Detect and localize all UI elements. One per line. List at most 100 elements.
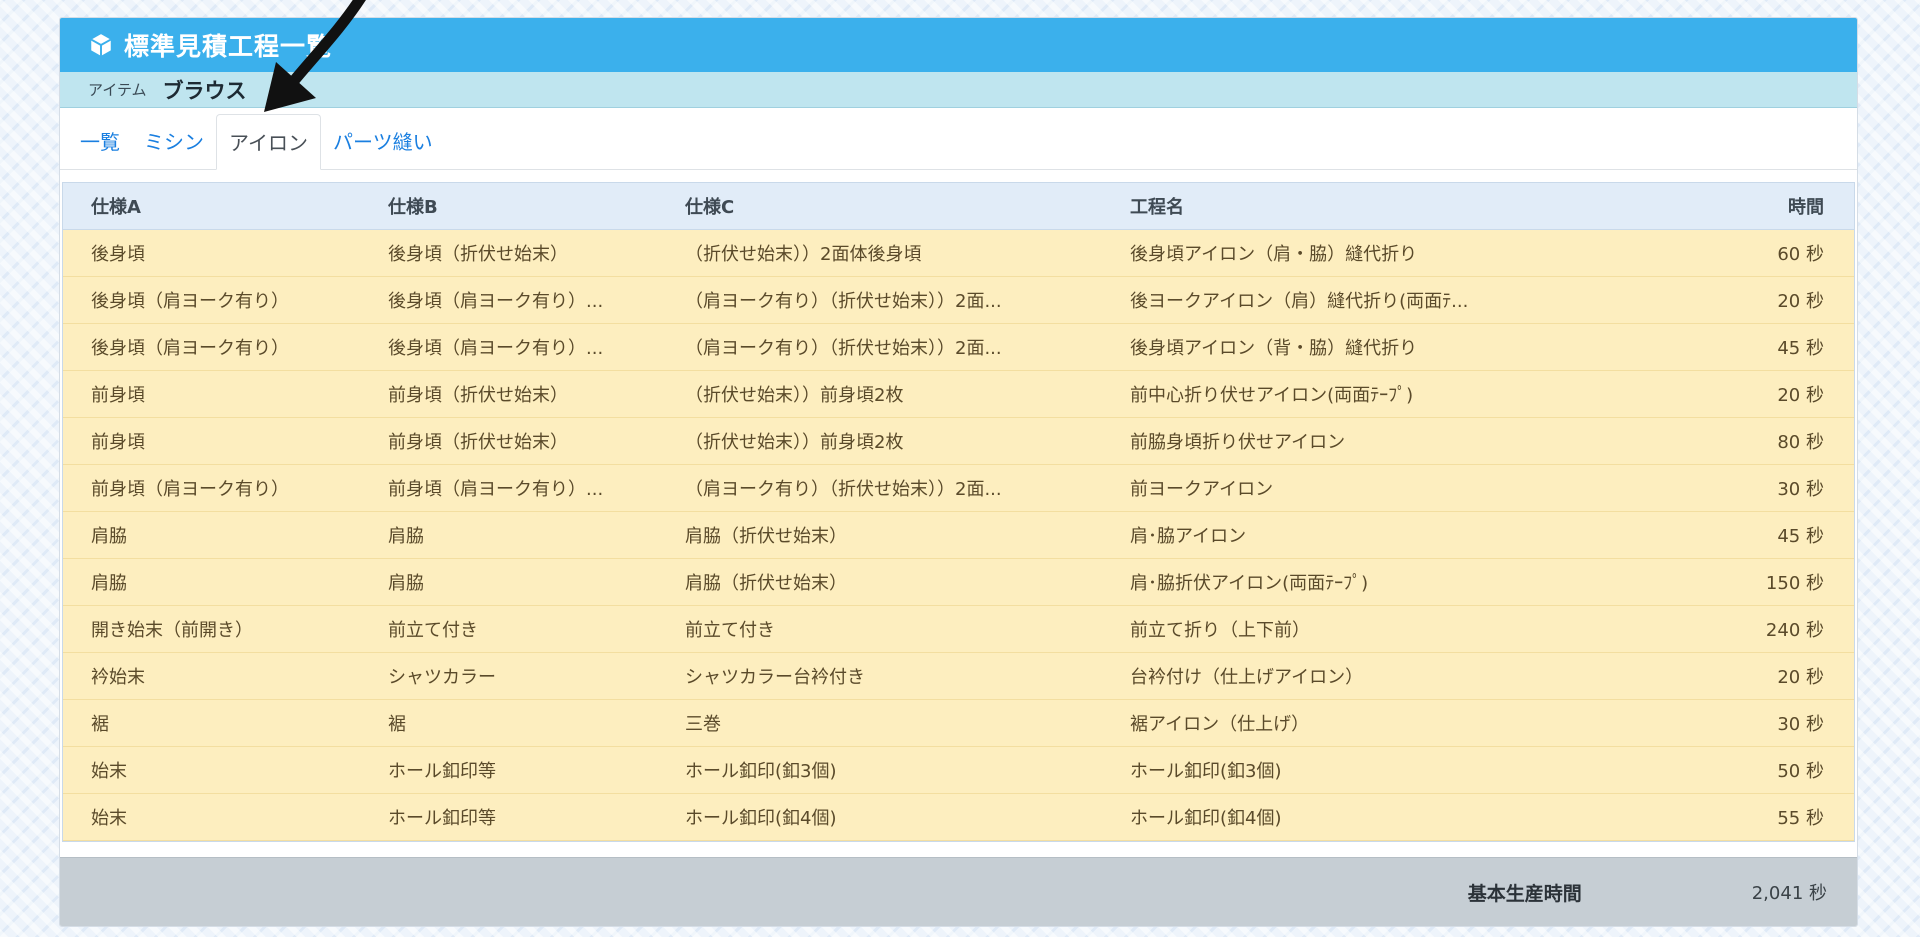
cube-icon [86, 30, 116, 60]
item-value: ブラウス [162, 78, 247, 103]
cell-spec-a: 後身頃（肩ヨーク有り） [63, 323, 360, 371]
cell-time: 20 秒 [1622, 652, 1854, 700]
cell-spec-b: 前身頃（折伏せ始末） [360, 417, 657, 465]
table-row[interactable]: 始末 ホール釦印等 ホール釦印(釦3個) ホール釦印(釦3個) 50 秒 [63, 746, 1854, 794]
process-table-wrapper: 仕様A 仕様B 仕様C 工程名 時間 後身頃 後身頃（折伏せ始末） （折伏せ始末））… [62, 182, 1855, 842]
cell-time: 80 秒 [1622, 417, 1854, 465]
cell-spec-a: 前身頃（肩ヨーク有り） [63, 464, 360, 512]
cell-spec-c: （肩ヨーク有り）（折伏せ始末））2面... [657, 276, 1102, 324]
cell-spec-b: シャツカラー [360, 652, 657, 700]
header-spec-c[interactable]: 仕様C [657, 183, 1102, 230]
table-row[interactable]: 裾裾三巻 裾アイロン（仕上げ） 30 秒 [63, 699, 1854, 747]
cell-spec-a: 肩脇 [63, 558, 360, 606]
cell-spec-a: 後身頃 [63, 229, 360, 277]
cell-time: 30 秒 [1622, 699, 1854, 747]
cell-spec-c: シャツカラー台衿付き [657, 652, 1102, 700]
cell-spec-b: 後身頃（肩ヨーク有り）... [360, 323, 657, 371]
cell-process-name: 前脇身頃折り伏せアイロン [1102, 417, 1622, 465]
cell-spec-c: （折伏せ始末））前身頃2枚 [657, 370, 1102, 418]
total-time-value: 2,041 秒 [1751, 883, 1827, 904]
cell-process-name: 前中心折り伏せアイロン(両面ﾃｰﾌﾟ) [1102, 370, 1622, 418]
cell-time: 240 秒 [1622, 605, 1854, 653]
cell-spec-a: 後身頃（肩ヨーク有り） [63, 276, 360, 324]
cell-process-name: 肩･脇アイロン [1102, 511, 1622, 559]
cell-process-name: 台衿付け（仕上げアイロン） [1102, 652, 1622, 700]
table-row[interactable]: 前身頃 前身頃（折伏せ始末） （折伏せ始末））前身頃2枚 前脇身頃折り伏せアイロン 80… [63, 417, 1854, 465]
cell-spec-b: 裾 [360, 699, 657, 747]
cell-spec-c: （肩ヨーク有り）（折伏せ始末））2面... [657, 464, 1102, 512]
tab-parts-sewing[interactable]: パーツ縫い [321, 114, 445, 170]
cell-spec-c: （肩ヨーク有り）（折伏せ始末））2面... [657, 323, 1102, 371]
cell-spec-a: 裾 [63, 699, 360, 747]
item-label: アイテム [88, 81, 147, 99]
panel-header: 標準見積工程一覧 [60, 18, 1857, 72]
table-row[interactable]: 衿始末 シャツカラー シャツカラー台衿付き 台衿付け（仕上げアイロン） 20 秒 [63, 652, 1854, 700]
cell-spec-c: 肩脇（折伏せ始末） [657, 558, 1102, 606]
cell-spec-a: 衿始末 [63, 652, 360, 700]
table-row[interactable]: 後身頃 後身頃（折伏せ始末） （折伏せ始末））2面体後身頃 後身頃アイロン（肩・脇）縫… [63, 229, 1854, 277]
cell-spec-b: 前立て付き [360, 605, 657, 653]
cell-time: 60 秒 [1622, 229, 1854, 277]
table-row[interactable]: 肩脇 肩脇 肩脇（折伏せ始末） 肩･脇アイロン 45 秒 [63, 511, 1854, 559]
item-bar: アイテム ブラウス [60, 72, 1857, 108]
table-row[interactable]: 後身頃（肩ヨーク有り） 後身頃（肩ヨーク有り）... （肩ヨーク有り）（折伏せ始末）… [63, 323, 1854, 371]
cell-process-name: 前立て折り（上下前） [1102, 605, 1622, 653]
cell-spec-b: 前身頃（折伏せ始末） [360, 370, 657, 418]
cell-spec-a: 前身頃 [63, 417, 360, 465]
cell-time: 45 秒 [1622, 511, 1854, 559]
table-row[interactable]: 後身頃（肩ヨーク有り） 後身頃（肩ヨーク有り）... （肩ヨーク有り）（折伏せ始末）… [63, 276, 1854, 324]
cell-spec-c: ホール釦印(釦4個) [657, 793, 1102, 841]
table-row[interactable]: 前身頃 前身頃（折伏せ始末） （折伏せ始末））前身頃2枚 前中心折り伏せアイロン(両面… [63, 370, 1854, 418]
cell-spec-c: 前立て付き [657, 605, 1102, 653]
cell-time: 150 秒 [1622, 558, 1854, 606]
cell-process-name: ホール釦印(釦3個) [1102, 746, 1622, 794]
cell-process-name: 裾アイロン（仕上げ） [1102, 699, 1622, 747]
process-table: 仕様A 仕様B 仕様C 工程名 時間 後身頃 後身頃（折伏せ始末） （折伏せ始末））… [63, 183, 1854, 841]
header-process-name[interactable]: 工程名 [1102, 183, 1622, 230]
table-row[interactable]: 開き始末（前開き） 前立て付き 前立て付き 前立て折り（上下前） 240 秒 [63, 605, 1854, 653]
cell-spec-b: 後身頃（肩ヨーク有り）... [360, 276, 657, 324]
table-header-row: 仕様A 仕様B 仕様C 工程名 時間 [63, 183, 1854, 230]
cell-time: 45 秒 [1622, 323, 1854, 371]
tab-bar: 一覧 ミシン アイロン パーツ縫い [60, 108, 1857, 170]
cell-spec-b: 肩脇 [360, 511, 657, 559]
cell-spec-a: 開き始末（前開き） [63, 605, 360, 653]
total-time-label: 基本生産時間 [1467, 882, 1582, 905]
cell-spec-a: 前身頃 [63, 370, 360, 418]
cell-spec-c: 三巻 [657, 699, 1102, 747]
process-panel: 標準見積工程一覧 アイテム ブラウス 一覧 ミシン アイロン パーツ縫い 仕様A… [59, 17, 1858, 927]
cell-spec-b: ホール釦印等 [360, 746, 657, 794]
page-title: 標準見積工程一覧 [124, 32, 333, 61]
tab-list[interactable]: 一覧 [68, 114, 132, 170]
header-spec-a[interactable]: 仕様A [63, 183, 360, 230]
cell-spec-b: 後身頃（折伏せ始末） [360, 229, 657, 277]
cell-spec-c: ホール釦印(釦3個) [657, 746, 1102, 794]
cell-process-name: 肩･脇折伏アイロン(両面ﾃｰﾌﾟ) [1102, 558, 1622, 606]
cell-process-name: 前ヨークアイロン [1102, 464, 1622, 512]
cell-time: 50 秒 [1622, 746, 1854, 794]
cell-process-name: ホール釦印(釦4個) [1102, 793, 1622, 841]
header-spec-b[interactable]: 仕様B [360, 183, 657, 230]
table-row[interactable]: 肩脇 肩脇 肩脇（折伏せ始末） 肩･脇折伏アイロン(両面ﾃｰﾌﾟ) 150 秒 [63, 558, 1854, 606]
cell-spec-c: （折伏せ始末））前身頃2枚 [657, 417, 1102, 465]
cell-process-name: 後身頃アイロン（肩・脇）縫代折り [1102, 229, 1622, 277]
cell-time: 20 秒 [1622, 370, 1854, 418]
cell-spec-b: ホール釦印等 [360, 793, 657, 841]
header-time[interactable]: 時間 [1622, 183, 1854, 230]
cell-time: 55 秒 [1622, 793, 1854, 841]
tab-iron[interactable]: アイロン [216, 114, 321, 170]
cell-spec-a: 始末 [63, 746, 360, 794]
cell-spec-c: （折伏せ始末））2面体後身頃 [657, 229, 1102, 277]
cell-spec-b: 肩脇 [360, 558, 657, 606]
cell-spec-a: 肩脇 [63, 511, 360, 559]
cell-process-name: 後身頃アイロン（背・脇）縫代折り [1102, 323, 1622, 371]
cell-time: 20 秒 [1622, 276, 1854, 324]
summary-footer: 基本生産時間 2,041 秒 [60, 857, 1857, 926]
cell-time: 30 秒 [1622, 464, 1854, 512]
cell-spec-a: 始末 [63, 793, 360, 841]
table-row[interactable]: 前身頃（肩ヨーク有り） 前身頃（肩ヨーク有り）... （肩ヨーク有り）（折伏せ始末）… [63, 464, 1854, 512]
table-row[interactable]: 始末 ホール釦印等 ホール釦印(釦4個) ホール釦印(釦4個) 55 秒 [63, 793, 1854, 841]
cell-spec-b: 前身頃（肩ヨーク有り）... [360, 464, 657, 512]
tab-sewing-machine[interactable]: ミシン [132, 114, 216, 170]
cell-spec-c: 肩脇（折伏せ始末） [657, 511, 1102, 559]
